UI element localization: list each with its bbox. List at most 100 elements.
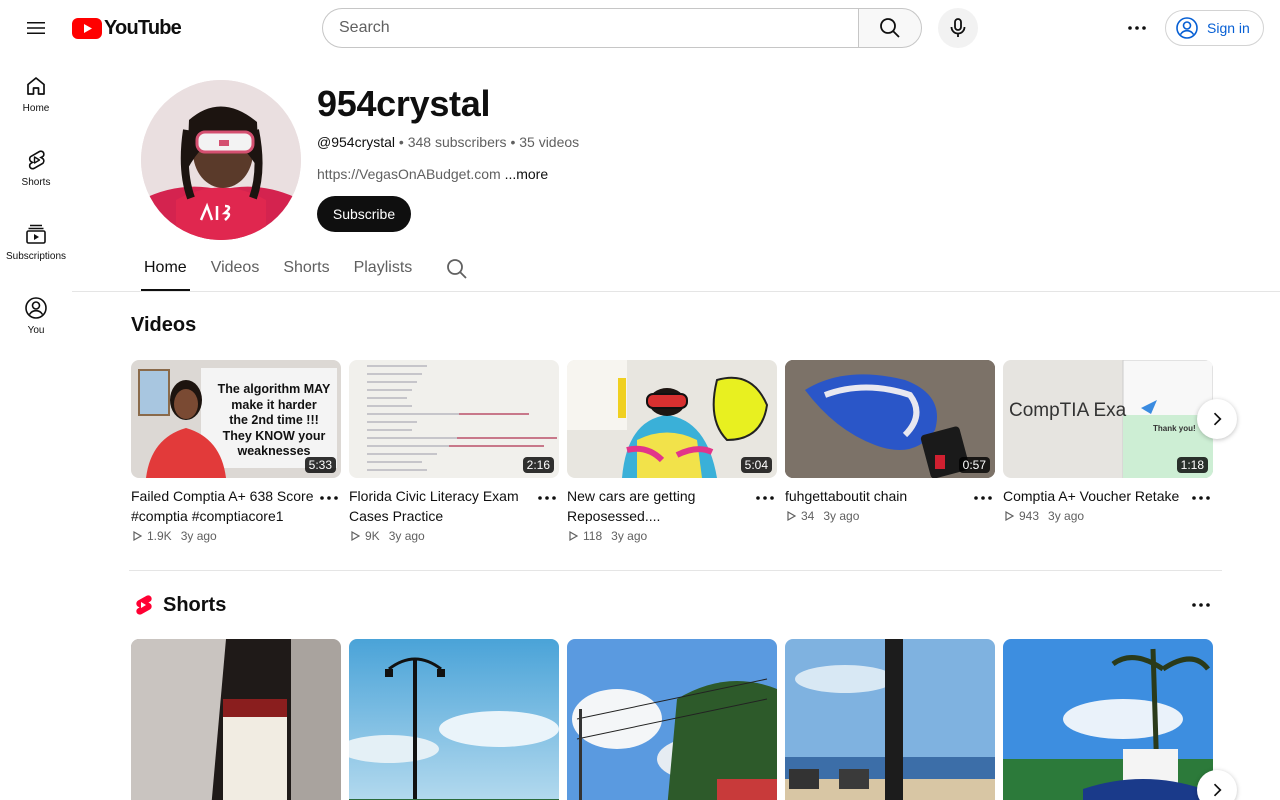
video-thumbnail[interactable]: 0:57 bbox=[785, 360, 995, 478]
you-icon bbox=[25, 297, 47, 319]
video-more-icon[interactable] bbox=[971, 486, 995, 510]
video-more-icon[interactable] bbox=[317, 486, 341, 510]
sign-in-button[interactable]: Sign in bbox=[1165, 10, 1264, 46]
guide-item-shorts[interactable]: Shorts bbox=[0, 130, 72, 204]
video-more-icon[interactable] bbox=[1189, 486, 1213, 510]
view-count: 943 bbox=[1019, 509, 1040, 523]
short-thumbnail bbox=[1003, 639, 1213, 800]
guide-label-shorts: Shorts bbox=[21, 177, 51, 188]
tab-videos[interactable]: Videos bbox=[208, 248, 263, 292]
channel-description: https://VegasOnABudget.com ...more bbox=[317, 166, 548, 182]
videos-next-button[interactable] bbox=[1197, 399, 1237, 439]
shorts-next-button[interactable] bbox=[1197, 770, 1237, 800]
short-card[interactable] bbox=[131, 639, 341, 800]
channel-tabs: Home Videos Shorts Playlists bbox=[141, 248, 469, 292]
video-meta: 9K 3y ago bbox=[349, 529, 533, 543]
views-play-icon bbox=[569, 530, 579, 542]
guide-item-home[interactable]: Home bbox=[0, 56, 72, 130]
video-meta: 943 3y ago bbox=[1003, 509, 1187, 523]
videos-section-title[interactable]: Videos bbox=[131, 314, 196, 337]
video-duration: 1:18 bbox=[1176, 457, 1208, 473]
video-age: 3y ago bbox=[388, 529, 425, 543]
shorts-icon bbox=[28, 150, 45, 170]
overlay-line: the 2nd time !!! bbox=[229, 413, 319, 427]
guide-label-subscriptions: Subscriptions bbox=[5, 251, 67, 262]
menu-icon[interactable] bbox=[16, 8, 56, 48]
video-card[interactable]: The algorithm MAY make it harder the 2nd… bbox=[131, 360, 341, 543]
search-button[interactable] bbox=[858, 8, 922, 48]
video-more-icon[interactable] bbox=[535, 486, 559, 510]
video-count: 35 videos bbox=[519, 134, 580, 150]
shorts-section-header: Shorts bbox=[131, 593, 226, 617]
channel-search-icon[interactable] bbox=[445, 248, 469, 292]
thumbnail-overlay-text: CompTIA Exa bbox=[1009, 400, 1127, 421]
tab-shorts[interactable]: Shorts bbox=[280, 248, 332, 292]
video-thumbnail[interactable]: 5:04 bbox=[567, 360, 777, 478]
video-title[interactable]: Failed Comptia A+ 638 Score #comptia #co… bbox=[131, 486, 315, 526]
view-count: 118 bbox=[583, 529, 603, 543]
channel-avatar[interactable] bbox=[141, 80, 301, 240]
account-icon bbox=[1176, 17, 1198, 39]
subscriber-count: 348 subscribers bbox=[407, 134, 507, 150]
video-duration: 5:04 bbox=[740, 457, 772, 473]
video-age: 3y ago bbox=[180, 529, 217, 543]
short-thumbnail bbox=[349, 639, 559, 800]
video-age: 3y ago bbox=[1048, 509, 1085, 523]
tab-home[interactable]: Home bbox=[141, 248, 190, 292]
logo-text: YouTube bbox=[104, 16, 182, 39]
description-more-link[interactable]: ...more bbox=[505, 166, 549, 182]
meta-separator: • bbox=[510, 134, 520, 150]
video-info: Florida Civic Literacy Exam Cases Practi… bbox=[349, 486, 559, 543]
short-card[interactable] bbox=[349, 639, 559, 800]
video-thumbnail[interactable]: The algorithm MAY make it harder the 2nd… bbox=[131, 360, 341, 478]
video-info: fuhgettaboutit chain 34 3y ago bbox=[785, 486, 995, 523]
short-card[interactable] bbox=[567, 639, 777, 800]
video-age: 3y ago bbox=[823, 509, 860, 523]
subscribe-button[interactable]: Subscribe bbox=[317, 196, 411, 232]
view-count: 34 bbox=[801, 509, 815, 523]
short-card[interactable] bbox=[785, 639, 995, 800]
channel-handle: @954crystal bbox=[317, 134, 396, 150]
guide-item-subscriptions[interactable]: Subscriptions bbox=[0, 204, 72, 278]
shorts-section-title[interactable]: Shorts bbox=[163, 594, 226, 617]
video-card[interactable]: 0:57 fuhgettaboutit chain 34 3y ago bbox=[785, 360, 995, 543]
search-input[interactable] bbox=[322, 8, 859, 48]
youtube-play-icon bbox=[72, 17, 102, 39]
channel-link[interactable]: https://VegasOnABudget.com bbox=[317, 166, 501, 182]
videos-shelf: The algorithm MAY make it harder the 2nd… bbox=[131, 360, 1221, 543]
video-card[interactable]: 2:16 Florida Civic Literacy Exam Cases P… bbox=[349, 360, 559, 543]
chevron-right-icon bbox=[1213, 783, 1222, 797]
video-title[interactable]: fuhgettaboutit chain bbox=[785, 486, 969, 506]
video-title[interactable]: Florida Civic Literacy Exam Cases Practi… bbox=[349, 486, 533, 526]
masthead: YouTube Sign in bbox=[0, 0, 1280, 56]
video-card[interactable]: 5:04 New cars are getting Reposessed....… bbox=[567, 360, 777, 543]
video-thumbnail[interactable]: CompTIA Exa Thank you! 1:18 bbox=[1003, 360, 1213, 478]
views-play-icon bbox=[351, 530, 361, 542]
guide-label-home: Home bbox=[22, 103, 50, 114]
voice-search-button[interactable] bbox=[938, 8, 978, 48]
video-more-icon[interactable] bbox=[753, 486, 777, 510]
short-thumbnail bbox=[785, 639, 995, 800]
video-card[interactable]: CompTIA Exa Thank you! 1:18 Comptia A+ V… bbox=[1003, 360, 1213, 543]
video-title[interactable]: Comptia A+ Voucher Retake bbox=[1003, 486, 1187, 506]
short-card[interactable] bbox=[1003, 639, 1213, 800]
video-info: Failed Comptia A+ 638 Score #comptia #co… bbox=[131, 486, 341, 543]
shorts-more-icon[interactable] bbox=[1189, 593, 1213, 617]
overlay-line: The algorithm MAY bbox=[217, 382, 331, 396]
video-meta: 34 3y ago bbox=[785, 509, 969, 523]
views-play-icon bbox=[133, 530, 143, 542]
video-thumbnail[interactable]: 2:16 bbox=[349, 360, 559, 478]
view-count: 9K bbox=[365, 529, 380, 543]
subscriptions-icon bbox=[26, 224, 46, 244]
tab-playlists[interactable]: Playlists bbox=[351, 248, 416, 292]
guide-item-you[interactable]: You bbox=[0, 278, 72, 352]
sign-in-label: Sign in bbox=[1207, 20, 1250, 36]
video-age: 3y ago bbox=[611, 529, 648, 543]
video-duration: 0:57 bbox=[958, 457, 990, 473]
video-meta: 1.9K 3y ago bbox=[131, 529, 315, 543]
video-title[interactable]: New cars are getting Reposessed.... bbox=[567, 486, 751, 526]
video-duration: 2:16 bbox=[522, 457, 554, 473]
video-duration: 5:33 bbox=[304, 457, 336, 473]
settings-more-icon[interactable] bbox=[1117, 8, 1157, 48]
youtube-logo[interactable]: YouTube bbox=[72, 16, 182, 39]
